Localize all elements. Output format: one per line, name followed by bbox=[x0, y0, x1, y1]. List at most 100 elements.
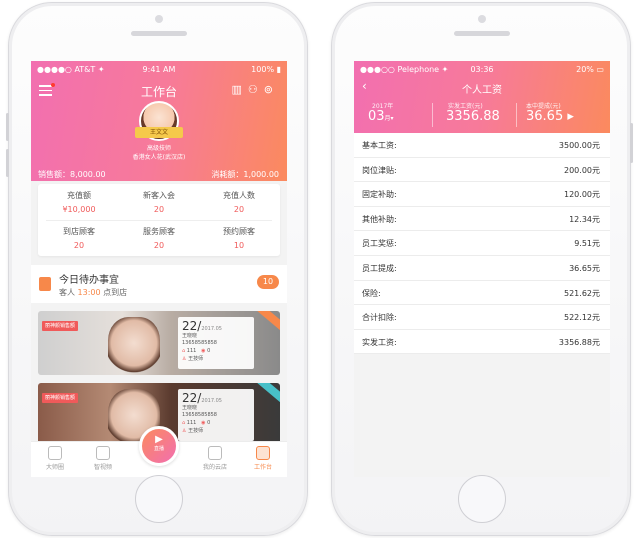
customer-photo bbox=[108, 317, 160, 375]
month-unit: 月▾ bbox=[384, 115, 394, 122]
stat-value: 10 bbox=[233, 241, 245, 250]
chart-icon[interactable]: ▥ bbox=[232, 83, 248, 96]
room-number: 111 bbox=[186, 348, 197, 354]
stat-new-members[interactable]: 新客入会 20 bbox=[119, 190, 199, 214]
row-label: 员工提成: bbox=[362, 263, 397, 273]
status-ribbon bbox=[257, 311, 280, 333]
row-value: 521.62元 bbox=[564, 288, 600, 298]
customer-name: 王晓晓 bbox=[182, 333, 198, 339]
salary-row: 其他补助: 12.34元 bbox=[354, 207, 610, 232]
consume-amount: 消耗额：1,000.00 bbox=[211, 170, 279, 179]
row-label: 岗位津贴: bbox=[362, 165, 397, 175]
home-button[interactable] bbox=[135, 475, 183, 523]
appointment-info: 22/2017.05 王晓晓 13658585858 ⌂ 111 ◉ 0 ♙ 王… bbox=[178, 317, 254, 369]
customer-phone: 13658585858 bbox=[182, 340, 217, 346]
volume-button bbox=[6, 149, 9, 177]
row-value: 9.51元 bbox=[574, 239, 600, 249]
salary-row: 实发工资: 3356.88元 bbox=[354, 330, 610, 355]
camera bbox=[155, 15, 163, 23]
stat-label: 服务顾客 bbox=[143, 227, 175, 236]
workbench-screen: ●●●●○ AT&T ✦ 9:41 AM 100% ▮ 工作台 ▥⚇⊚ 王文文 … bbox=[31, 61, 287, 477]
divider bbox=[516, 103, 517, 127]
technician-name: 王技师 bbox=[188, 356, 204, 362]
row-value: 3356.88元 bbox=[558, 337, 600, 347]
stat-visitors[interactable]: 到店顾客 20 bbox=[39, 226, 119, 250]
salary-row: 员工提成: 36.65元 bbox=[354, 256, 610, 281]
stat-booked[interactable]: 预约顾客 10 bbox=[199, 226, 279, 250]
appointment-info: 22/2017.05 王晓晓 13658585858 ⌂ 111 ◉ 0 ♙ 王… bbox=[178, 389, 254, 441]
todo-count-badge: 10 bbox=[257, 275, 279, 289]
card-tag: 丽神颜销售额 bbox=[42, 393, 79, 403]
monitor-icon bbox=[256, 446, 270, 460]
live-button[interactable]: ▶ 直播 bbox=[139, 426, 179, 466]
tab-workbench[interactable]: 工作台 bbox=[243, 446, 283, 471]
row-value: 200.00元 bbox=[564, 165, 600, 175]
stat-value: 20 bbox=[73, 241, 85, 250]
document-icon bbox=[96, 446, 110, 460]
stats-card: 充值额 ¥10,000 新客入会 20 充值人数 20 到店顾客 20 服务顾客… bbox=[38, 184, 280, 256]
stat-value: ¥10,000 bbox=[62, 205, 96, 214]
clock: 9:41 AM bbox=[142, 65, 176, 74]
month-selector[interactable]: 03月▾ bbox=[368, 109, 394, 124]
page-title: 个人工资 bbox=[462, 85, 502, 96]
technician-icon: ♙ bbox=[182, 428, 187, 434]
level-label: 高级技师 bbox=[146, 145, 171, 152]
tab-my-store[interactable]: 我的云店 bbox=[195, 446, 235, 471]
person-icon bbox=[48, 446, 62, 460]
paid-value: 3356.88 bbox=[446, 109, 500, 124]
status-bar: ●●●●○ AT&T ✦ 9:41 AM 100% ▮ bbox=[31, 65, 287, 77]
appointment-day: 22/ bbox=[182, 391, 202, 405]
room-icon: ⌂ bbox=[182, 348, 186, 354]
header-actions: ▥⚇⊚ bbox=[232, 83, 280, 96]
row-label: 固定补助: bbox=[362, 190, 397, 200]
stat-served[interactable]: 服务顾客 20 bbox=[119, 226, 199, 250]
settings-icon[interactable]: ⊚ bbox=[264, 83, 279, 96]
tab-label: 工作台 bbox=[253, 464, 272, 471]
divider bbox=[46, 220, 272, 221]
stat-value: 20 bbox=[153, 205, 165, 214]
stat-label: 充值人数 bbox=[223, 191, 255, 200]
row-label: 实发工资: bbox=[362, 337, 397, 347]
tab-master-circle[interactable]: 大师圈 bbox=[35, 446, 75, 471]
divider bbox=[432, 103, 433, 127]
stat-value: 20 bbox=[233, 205, 245, 214]
salary-row: 基本工资: 3500.00元 bbox=[354, 133, 610, 158]
status-bar: ●●●○○ Pelephone ✦ 03:36 20% ▭ bbox=[354, 65, 610, 77]
customer-phone: 13658585858 bbox=[182, 412, 217, 418]
appointment-day: 22/ bbox=[182, 319, 202, 333]
todo-subtitle: 客人 13:00 点到店 bbox=[59, 287, 127, 298]
appointment-month: 2017.05 bbox=[201, 326, 222, 332]
appointment-card[interactable]: 丽神颜销售额 22/2017.05 王晓晓 13658585858 ⌂ 111 … bbox=[38, 311, 280, 375]
card-tag: 丽神颜销售额 bbox=[42, 321, 79, 331]
sales-amount: 销售额：8,000.00 bbox=[38, 170, 106, 179]
row-value: 36.65元 bbox=[569, 263, 600, 273]
stat-recharge[interactable]: 充值额 ¥10,000 bbox=[39, 190, 119, 214]
user-icon[interactable]: ⚇ bbox=[248, 83, 264, 96]
workbench-header: ●●●●○ AT&T ✦ 9:41 AM 100% ▮ 工作台 ▥⚇⊚ 王文文 … bbox=[31, 61, 287, 181]
salary-list: 基本工资: 3500.00元 岗位津贴: 200.00元 固定补助: 120.00元 … bbox=[354, 133, 610, 355]
tab-bar: 大师圈 智视频 ▶ 直播 我的云店 工作台 bbox=[31, 426, 287, 477]
count-icon: ◉ bbox=[201, 348, 206, 354]
salary-row: 岗位津贴: 200.00元 bbox=[354, 158, 610, 183]
salary-row: 保险: 521.62元 bbox=[354, 281, 610, 306]
todo-sub-prefix: 客人 bbox=[59, 288, 75, 297]
appointment-month: 2017.05 bbox=[201, 398, 222, 404]
clock: 03:36 bbox=[470, 65, 494, 74]
status-ribbon bbox=[257, 383, 280, 405]
month-value: 03 bbox=[368, 109, 385, 124]
todo-sub-suffix: 点到店 bbox=[103, 288, 128, 297]
count-icon: ◉ bbox=[201, 420, 206, 426]
store-icon bbox=[208, 446, 222, 460]
battery: 100% ▮ bbox=[251, 65, 281, 74]
row-label: 其他补助: bbox=[362, 214, 397, 224]
salary-row: 固定补助: 120.00元 bbox=[354, 182, 610, 207]
stat-label: 预约顾客 bbox=[223, 227, 255, 236]
commission-value[interactable]: 36.65 ▸ bbox=[526, 109, 574, 124]
stat-recharge-count[interactable]: 充值人数 20 bbox=[199, 190, 279, 214]
todo-section[interactable]: 今日待办事宜 客人 13:00 点到店 10 bbox=[31, 265, 287, 303]
home-button[interactable] bbox=[458, 475, 506, 523]
tab-smart-video[interactable]: 智视频 bbox=[83, 446, 123, 471]
stat-label: 到店顾客 bbox=[63, 227, 95, 236]
todo-title: 今日待办事宜 bbox=[59, 275, 119, 286]
salary-row: 合计扣除: 522.12元 bbox=[354, 305, 610, 330]
